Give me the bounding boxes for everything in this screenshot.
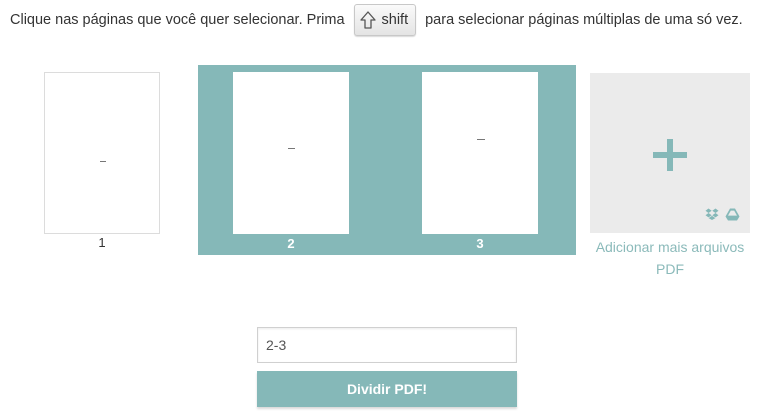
page-thumbnail [233, 72, 349, 234]
add-files-box[interactable] [590, 73, 750, 233]
dropbox-icon[interactable] [705, 208, 719, 220]
google-drive-icon[interactable] [725, 208, 740, 221]
shift-key: shift [353, 4, 417, 36]
page-card-3[interactable]: 3 [422, 72, 538, 255]
page-thumbnail [422, 72, 538, 234]
page-content-mark [100, 161, 106, 162]
add-files-label-line1: Adicionar mais arquivos [595, 239, 745, 255]
page-card-2[interactable]: 2 [233, 72, 349, 255]
instruction-after: para selecionar páginas múltiplas de uma… [425, 12, 743, 28]
split-pdf-button[interactable]: Dividir PDF! [257, 371, 517, 407]
instruction-text: Clique nas páginas que você quer selecio… [10, 4, 743, 36]
page-card-1[interactable]: 1 [44, 72, 160, 254]
add-files-label-line2: PDF [656, 261, 684, 277]
page-range-input[interactable] [257, 327, 517, 363]
add-files-label[interactable]: Adicionar mais arquivos PDF [585, 236, 755, 280]
page-content-mark [288, 148, 295, 149]
instruction-before: Clique nas páginas que você quer selecio… [10, 12, 345, 28]
selected-pages-group: 2 3 [198, 65, 576, 255]
page-thumbnail [44, 72, 160, 234]
page-number: 2 [287, 236, 295, 251]
page-number: 3 [476, 236, 484, 251]
shift-key-label: shift [381, 12, 409, 28]
shift-arrow-icon [359, 11, 376, 29]
page-content-mark [477, 139, 485, 140]
page-number: 1 [98, 235, 106, 250]
